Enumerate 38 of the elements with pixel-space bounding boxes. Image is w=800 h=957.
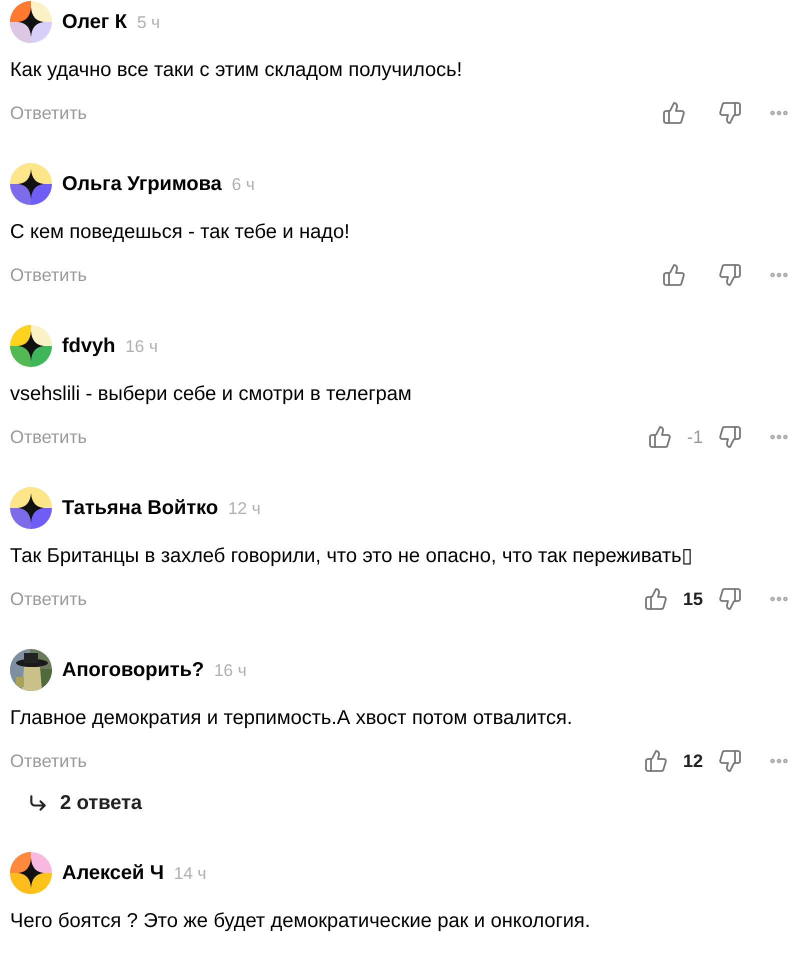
like-count: 15 bbox=[682, 588, 703, 610]
dislike-icon[interactable] bbox=[718, 263, 742, 287]
comment-text: С кем поведешься - так тебе и надо! bbox=[10, 220, 351, 245]
like-count: -1 bbox=[686, 426, 703, 448]
author-name[interactable]: fdvyh bbox=[62, 331, 116, 361]
avatar bbox=[10, 852, 52, 894]
comment-text: Чего боятся ? Это же будет демократические рак и онкология. bbox=[10, 909, 592, 934]
comment-time: 14 ч bbox=[174, 863, 206, 886]
author-name[interactable]: Апоговорить? bbox=[62, 655, 204, 685]
comment-text: Главное демократия и терпимость.А хвост потом отвалится. bbox=[10, 706, 574, 731]
author-name[interactable]: Татьяна Войтко bbox=[62, 493, 218, 523]
comment-time: 16 ч bbox=[125, 336, 158, 358]
like-icon[interactable] bbox=[644, 587, 668, 611]
author-name[interactable]: Олег К bbox=[62, 7, 127, 37]
comment-text: Как удачно все таки с этим складом получилось! bbox=[10, 58, 464, 83]
dislike-icon[interactable] bbox=[718, 425, 742, 449]
like-icon[interactable] bbox=[648, 425, 672, 449]
reply-arrow-icon bbox=[28, 793, 48, 813]
like-count: 12 bbox=[682, 750, 703, 772]
avatar bbox=[10, 1, 52, 43]
avatar bbox=[10, 487, 52, 529]
dislike-icon[interactable] bbox=[718, 749, 742, 773]
replies-link[interactable]: 2 ответа bbox=[28, 783, 790, 823]
like-icon[interactable] bbox=[662, 101, 686, 125]
comment-time: 16 ч bbox=[214, 660, 247, 682]
comment-time: 6 ч bbox=[232, 174, 255, 196]
comment-time: 12 ч bbox=[228, 498, 261, 520]
like-icon[interactable] bbox=[662, 263, 686, 287]
author-name[interactable]: Ольга Угримова bbox=[62, 169, 222, 199]
comment-text: Так Британцы в захлеб говорили, что это не опасно, что так переживать▯ bbox=[10, 544, 694, 569]
dislike-icon[interactable] bbox=[718, 587, 742, 611]
avatar bbox=[10, 163, 52, 205]
dislike-icon[interactable] bbox=[718, 101, 742, 125]
avatar bbox=[10, 325, 52, 367]
author-name[interactable]: Алексей Ч bbox=[62, 858, 164, 888]
comment-text: vsehslili - выбери себе и смотри в телеграм bbox=[10, 382, 413, 407]
comment-time: 5 ч bbox=[136, 12, 160, 34]
like-icon[interactable] bbox=[644, 749, 668, 773]
